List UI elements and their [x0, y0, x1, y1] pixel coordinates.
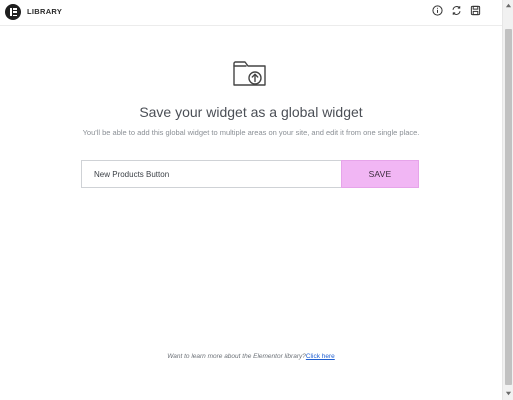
- save-widget-form: SAVE: [81, 160, 419, 188]
- header-title: LIBRARY: [27, 7, 63, 16]
- scroll-up-icon[interactable]: [505, 2, 512, 9]
- sync-icon[interactable]: [451, 5, 462, 16]
- library-modal: LIBRARY Save your widget as a global wid…: [0, 0, 513, 400]
- elementor-logo-icon: [5, 4, 21, 20]
- footer-help: Want to learn more about the Elementor l…: [0, 353, 502, 360]
- folder-upload-icon: [232, 57, 268, 89]
- scroll-thumb[interactable]: [505, 29, 512, 385]
- save-button[interactable]: SAVE: [341, 160, 419, 188]
- page-title: Save your widget as a global widget: [139, 104, 363, 120]
- scroll-down-icon[interactable]: [505, 390, 512, 397]
- click-here-link[interactable]: Click here: [306, 353, 335, 360]
- modal-header: LIBRARY: [0, 0, 502, 25]
- info-icon[interactable]: [432, 5, 443, 16]
- footer-text: Want to learn more about the Elementor l…: [167, 353, 306, 360]
- page-subtitle: You'll be able to add this global widget…: [82, 128, 420, 137]
- widget-name-input[interactable]: [81, 160, 341, 188]
- vertical-scrollbar[interactable]: [502, 0, 513, 400]
- save-icon[interactable]: [470, 5, 481, 16]
